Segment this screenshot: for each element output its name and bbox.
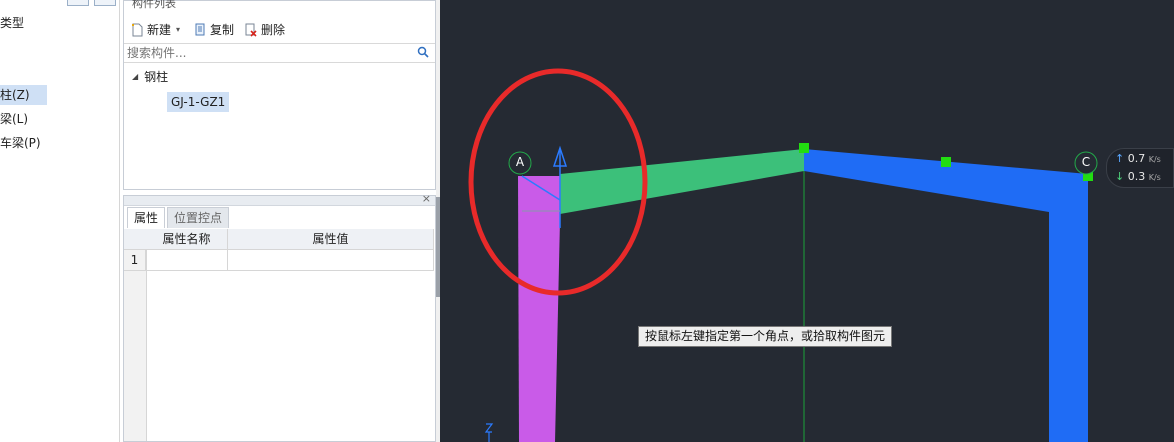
new-button[interactable]: 新建 ▾ xyxy=(130,21,180,39)
steel-beam-green xyxy=(560,149,804,214)
tree-expand-icon[interactable]: ◢ xyxy=(132,72,138,81)
tree-node-component[interactable]: GJ-1-GZ1 xyxy=(167,92,230,112)
model-view[interactable] xyxy=(440,0,1174,442)
properties-panel: × 属性 位置控点 属性名称 属性值 1 xyxy=(123,192,436,442)
component-type-panel: 类型 柱(Z) 梁(L) 车梁(P) xyxy=(0,0,120,442)
new-file-icon xyxy=(132,23,143,37)
axis-label-c: C xyxy=(1081,155,1091,169)
copy-button[interactable]: 复制 xyxy=(193,21,234,39)
table-row[interactable]: 1 xyxy=(124,250,434,271)
panel-button[interactable] xyxy=(67,0,89,6)
steel-frame-blue xyxy=(804,149,1088,442)
tree-node-steel-column[interactable]: ◢ 钢柱 xyxy=(132,68,168,85)
download-unit: K/s xyxy=(1148,173,1161,182)
command-prompt-tooltip: 按鼠标左键指定第一个角点，或拾取构件图元 xyxy=(638,326,893,347)
new-button-label: 新建 xyxy=(147,23,172,37)
panel-header: × xyxy=(124,192,435,206)
search-icon[interactable] xyxy=(417,46,429,58)
delete-button-label: 删除 xyxy=(261,23,286,37)
delete-icon xyxy=(245,23,257,37)
grip-point xyxy=(799,143,809,153)
component-search-input[interactable] xyxy=(124,44,410,62)
grip-point xyxy=(941,157,951,167)
arrow-up-icon: ↑ xyxy=(1115,152,1125,165)
property-name-cell[interactable] xyxy=(146,250,228,270)
component-search-bar xyxy=(124,43,435,63)
column-header-name[interactable]: 属性名称 xyxy=(146,229,228,249)
property-value-cell[interactable] xyxy=(228,250,434,270)
upload-value: 0.7 xyxy=(1127,152,1146,165)
close-icon[interactable]: × xyxy=(422,192,431,205)
category-item[interactable]: 类型 xyxy=(0,13,30,33)
upload-unit: K/s xyxy=(1148,155,1161,164)
category-item-column[interactable]: 柱(Z) xyxy=(0,85,47,105)
grid-header-row: 属性名称 属性值 xyxy=(124,229,434,250)
tree-node-label: 钢柱 xyxy=(144,70,169,84)
component-list-panel: 构件列表 新建 ▾ 复制 删除 搜索构件... ◢ 钢柱 GJ-1-GZ1 xyxy=(123,0,436,190)
copy-button-label: 复制 xyxy=(210,23,235,37)
row-index: 1 xyxy=(124,250,146,270)
drawing-canvas[interactable]: A C 按鼠标左键指定第一个角点，或拾取构件图元 ↑ 0.7 K/s ↓ 0.3… xyxy=(440,0,1174,442)
chevron-down-icon[interactable]: ▾ xyxy=(176,21,180,39)
ucs-axis-marker xyxy=(484,423,494,442)
tab-properties[interactable]: 属性 xyxy=(127,207,166,228)
copy-icon xyxy=(195,23,205,36)
component-toolbar: 新建 ▾ 复制 删除 xyxy=(124,17,435,43)
category-item-crane-beam[interactable]: 车梁(P) xyxy=(0,133,47,153)
category-item-beam[interactable]: 梁(L) xyxy=(0,109,34,129)
download-speed: ↓ 0.3 K/s xyxy=(1115,170,1161,183)
upload-speed: ↑ 0.7 K/s xyxy=(1115,152,1161,165)
panel-title: 构件列表 xyxy=(132,0,176,10)
tab-position-control-points[interactable]: 位置控点 xyxy=(167,207,230,228)
download-value: 0.3 xyxy=(1127,170,1146,183)
network-speed-widget: ↑ 0.7 K/s ↓ 0.3 K/s xyxy=(1106,148,1174,188)
delete-button[interactable]: 删除 xyxy=(244,21,285,39)
axis-label-a: A xyxy=(515,155,525,169)
panel-button[interactable] xyxy=(94,0,116,6)
arrow-down-icon: ↓ xyxy=(1115,170,1125,183)
steel-column xyxy=(518,176,561,442)
column-header-value[interactable]: 属性值 xyxy=(228,229,434,249)
